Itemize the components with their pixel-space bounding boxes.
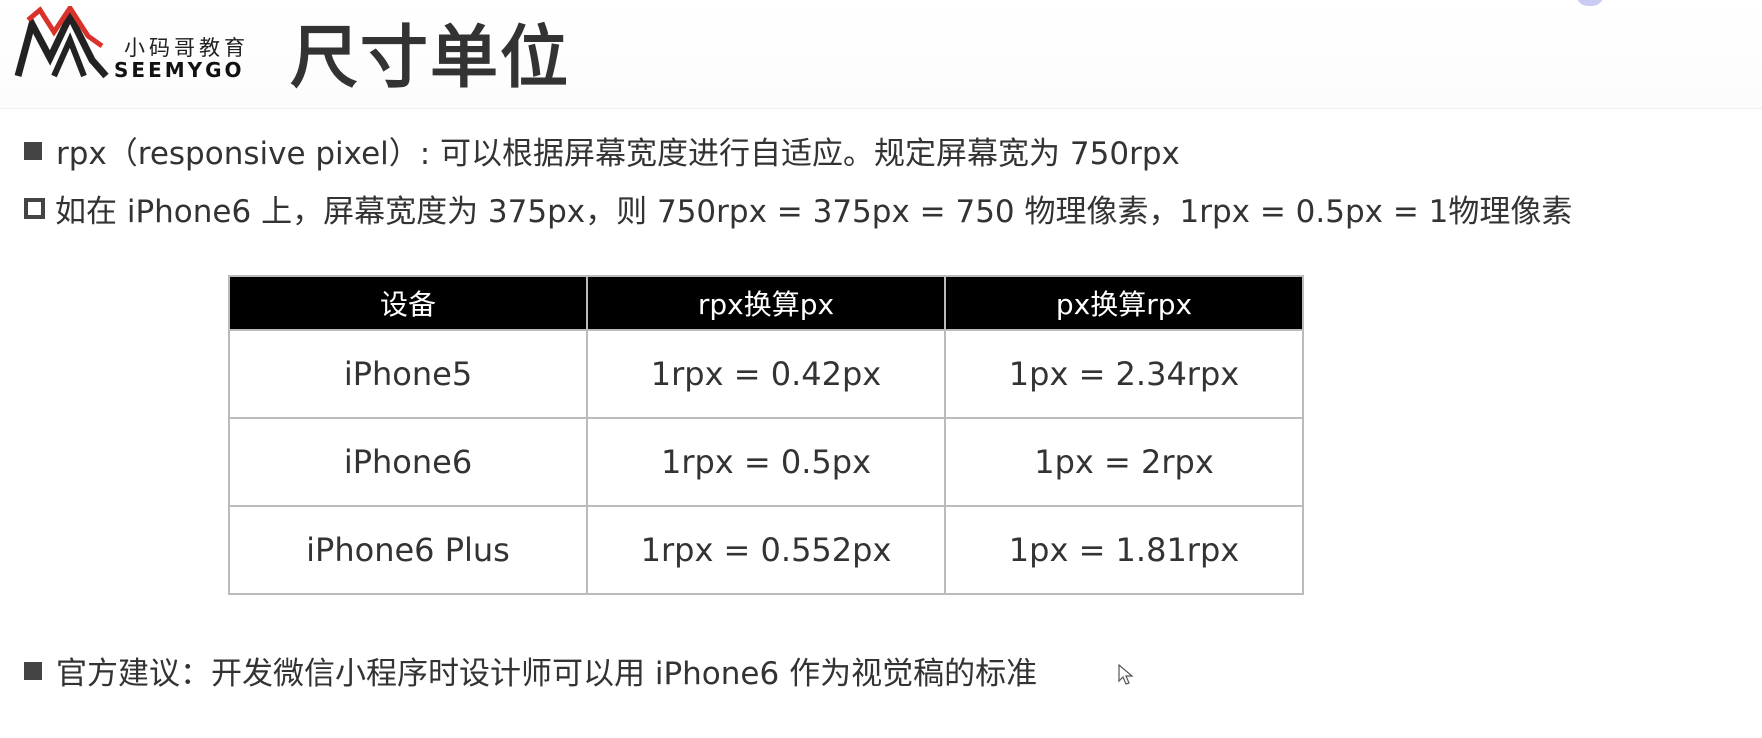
table-header-row: 设备 rpx换算px px换算rpx <box>228 275 1304 331</box>
table-header-rpx-to-px: rpx换算px <box>586 275 946 331</box>
table-cell-px-to-rpx: 1px = 2.34rpx <box>944 329 1304 419</box>
seemygo-logo-icon <box>14 6 109 79</box>
bullet-square-icon <box>24 661 42 680</box>
bullet-official-advice: 官方建议：开发微信小程序时设计师可以用 iPhone6 作为视觉稿的标准 <box>24 648 1037 693</box>
table-cell-device: iPhone6 <box>228 417 588 507</box>
bullet-rpx-definition: rpx（responsive pixel）: 可以根据屏幕宽度进行自适应。规定屏… <box>24 128 1180 173</box>
table-cell-px-to-rpx: 1px = 2rpx <box>944 417 1304 507</box>
logo-english-text: SEEMYGO <box>114 58 245 82</box>
bullet-iphone6-example: 如在 iPhone6 上，屏幕宽度为 375px，则 750rpx = 375p… <box>24 186 1572 231</box>
corner-decoration <box>1576 0 1604 6</box>
table-row: iPhone6 1rpx = 0.5px 1px = 2rpx <box>228 417 1304 507</box>
table-header-px-to-rpx: px换算rpx <box>944 275 1304 331</box>
bullet-text: 官方建议：开发微信小程序时设计师可以用 iPhone6 作为视觉稿的标准 <box>56 656 1038 692</box>
table-cell-rpx-to-px: 1rpx = 0.552px <box>586 505 946 595</box>
table-cell-rpx-to-px: 1rpx = 0.42px <box>586 329 946 419</box>
bullet-square-icon <box>24 141 42 160</box>
table-cell-device: iPhone5 <box>228 329 588 419</box>
page-title: 尺寸单位 <box>290 19 571 98</box>
slide-header: 小码哥教育 SEEMYGO 尺寸单位 <box>0 0 1762 109</box>
bullet-text: 如在 iPhone6 上，屏幕宽度为 375px，则 750rpx = 375p… <box>55 194 1573 230</box>
slide: 小码哥教育 SEEMYGO 尺寸单位 rpx（responsive pixel）… <box>0 0 1762 738</box>
mouse-cursor-icon <box>1118 664 1134 685</box>
table-cell-device: iPhone6 Plus <box>228 505 588 595</box>
table-row: iPhone5 1rpx = 0.42px 1px = 2.34rpx <box>228 329 1304 419</box>
seemygo-logo: 小码哥教育 SEEMYGO <box>14 6 252 82</box>
table-row: iPhone6 Plus 1rpx = 0.552px 1px = 1.81rp… <box>228 505 1304 595</box>
bullet-hollow-square-icon <box>24 198 45 219</box>
bullet-text: rpx（responsive pixel）: 可以根据屏幕宽度进行自适应。规定屏… <box>56 136 1180 172</box>
rpx-conversion-table: 设备 rpx换算px px换算rpx iPhone5 1rpx = 0.42px… <box>228 275 1304 595</box>
table-header-device: 设备 <box>228 275 588 331</box>
table-cell-px-to-rpx: 1px = 1.81rpx <box>944 505 1304 595</box>
table-cell-rpx-to-px: 1rpx = 0.5px <box>586 417 946 507</box>
